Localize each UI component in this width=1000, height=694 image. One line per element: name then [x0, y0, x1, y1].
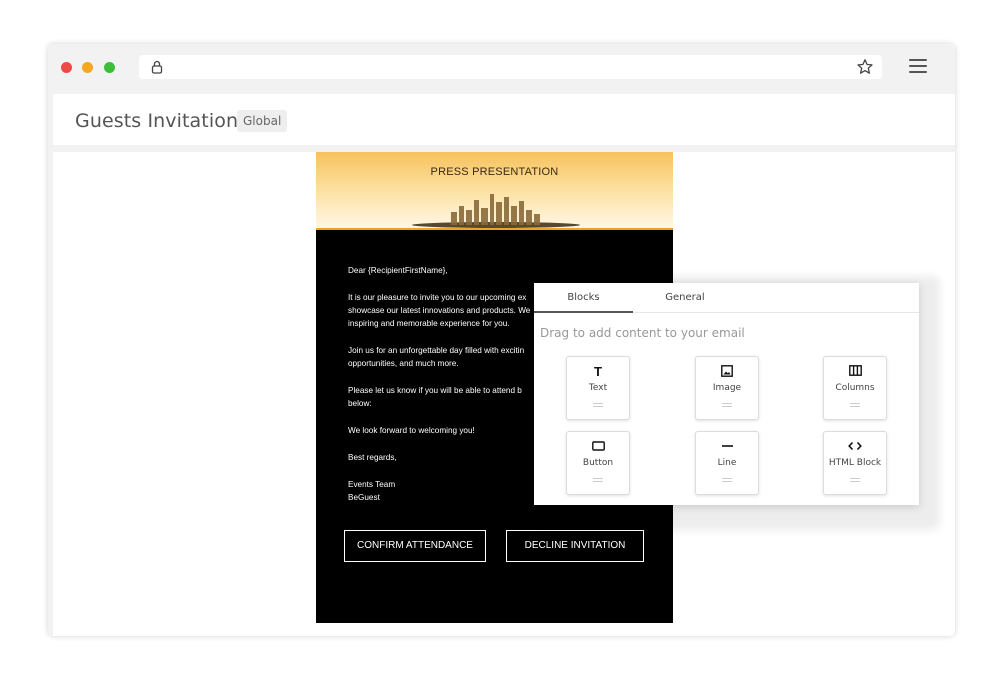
- button-icon: [567, 440, 629, 454]
- panel-hint: Drag to add content to your email: [540, 326, 745, 340]
- blocks-panel: Blocks General Drag to add content to yo…: [534, 283, 919, 505]
- lock-icon: [151, 60, 163, 74]
- columns-icon: [824, 365, 886, 379]
- text-block[interactable]: T Text: [566, 356, 630, 420]
- line-block[interactable]: Line: [695, 431, 759, 495]
- page-title: Guests Invitation: [75, 110, 239, 132]
- panel-tabs: Blocks General: [534, 283, 919, 313]
- drag-handle-icon[interactable]: [850, 403, 860, 407]
- block-label: Image: [712, 383, 742, 393]
- scope-badge: Global: [237, 110, 288, 132]
- email-body: Dear {RecipientFirstName}, It is our ple…: [348, 264, 548, 504]
- city-skyline-image: [412, 194, 580, 228]
- text-icon: T: [594, 364, 602, 379]
- drag-handle-icon[interactable]: [593, 403, 603, 407]
- drag-handle-icon[interactable]: [593, 478, 603, 482]
- email-greeting: Dear {RecipientFirstName},: [348, 266, 448, 275]
- tab-general[interactable]: General: [633, 283, 737, 313]
- drag-handle-icon[interactable]: [850, 478, 860, 482]
- email-paragraph: Join us for an unforgettable day filled …: [348, 346, 525, 368]
- hamburger-menu-icon[interactable]: [909, 59, 927, 75]
- image-icon: [696, 365, 758, 379]
- close-window-button[interactable]: [61, 62, 72, 73]
- minimize-window-button[interactable]: [82, 62, 93, 73]
- email-paragraph: We look forward to welcoming you!: [348, 426, 475, 435]
- confirm-attendance-button[interactable]: CONFIRM ATTENDANCE: [344, 530, 486, 562]
- email-closing: Best regards,: [348, 453, 397, 462]
- drag-handle-icon[interactable]: [722, 478, 732, 482]
- browser-titlebar: [48, 44, 955, 90]
- tab-blocks[interactable]: Blocks: [534, 283, 633, 313]
- code-icon: [824, 440, 886, 454]
- email-paragraph: Please let us know if you will be able t…: [348, 386, 522, 408]
- header-extension: [713, 94, 955, 145]
- line-icon: [696, 440, 758, 454]
- image-block[interactable]: Image: [695, 356, 759, 420]
- address-bar[interactable]: [139, 55, 882, 79]
- button-block[interactable]: Button: [566, 431, 630, 495]
- block-label: HTML Block: [828, 458, 882, 468]
- bookmark-star-icon[interactable]: [856, 58, 874, 76]
- email-hero-title: PRESS PRESENTATION: [430, 166, 559, 178]
- html-block[interactable]: HTML Block: [823, 431, 887, 495]
- maximize-window-button[interactable]: [104, 62, 115, 73]
- email-signature: Events Team BeGuest: [348, 480, 396, 502]
- page-header: Guests Invitation Global: [53, 94, 713, 145]
- email-hero-banner: PRESS PRESENTATION: [316, 152, 673, 230]
- block-label: Columns: [835, 383, 875, 393]
- block-label: Text: [588, 383, 608, 393]
- block-label: Button: [582, 458, 614, 468]
- columns-block[interactable]: Columns: [823, 356, 887, 420]
- drag-handle-icon[interactable]: [722, 403, 732, 407]
- email-paragraph: It is our pleasure to invite you to our …: [348, 293, 531, 328]
- decline-invitation-button[interactable]: DECLINE INVITATION: [506, 530, 644, 562]
- block-label: Line: [717, 458, 737, 468]
